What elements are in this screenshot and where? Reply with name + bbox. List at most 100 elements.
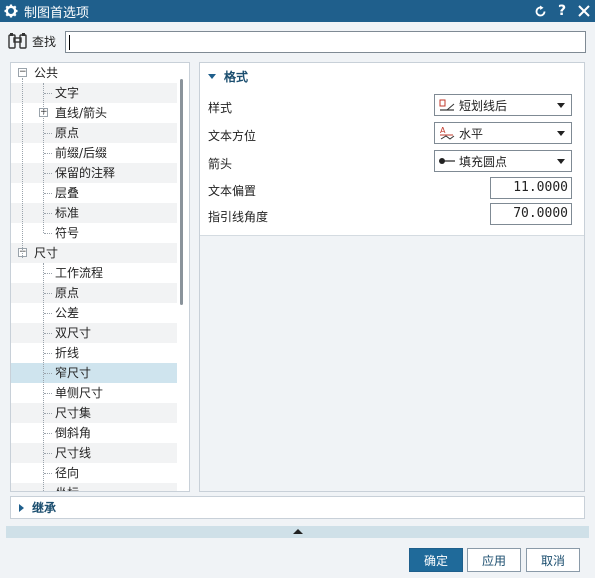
binoculars-icon [6, 31, 30, 51]
tree-item-label: 工作流程 [55, 266, 104, 280]
format-group-header[interactable]: 格式 [208, 68, 248, 84]
collapse-triangle-icon [208, 73, 216, 79]
tree-group-row[interactable]: − 公共 [11, 63, 177, 83]
tree-item-row[interactable]: 单侧尺寸 [11, 383, 177, 403]
ok-button[interactable]: 确定 [409, 548, 463, 572]
tree-item-row[interactable]: 折线 [11, 343, 177, 363]
tree-item-row[interactable]: 原点 [11, 283, 177, 303]
tree-group-row[interactable]: − 尺寸 [11, 243, 177, 263]
tree-item-row[interactable]: 坐标 [11, 483, 177, 491]
style-label: 样式 [208, 101, 233, 115]
tree-item-label: 折线 [55, 346, 80, 360]
style-value: 短划线后 [459, 98, 508, 113]
tree-connector [44, 213, 52, 214]
tree-item-label: 窄尺寸 [55, 366, 92, 380]
tree-item-row[interactable]: + 直线/箭头 [11, 103, 177, 123]
tree-root-guide-line [22, 78, 23, 258]
format-group: 格式 样式 短划线后 文本方位 A 水平 箭头 填充圆点 文本偏置 11.000… [200, 63, 584, 236]
text-offset-label: 文本偏置 [208, 184, 257, 198]
category-tree: − 公共 文字 + 直线/箭头 原点 前缀/后缀 保留的注释 层叠 标准 符号 − 尺寸 工作流程 原点 公差… [10, 62, 190, 492]
tree-item-row[interactable]: 工作流程 [11, 263, 177, 283]
format-header-label: 格式 [224, 69, 249, 84]
tree-item-row[interactable]: 尺寸集 [11, 403, 177, 423]
tree-item-row[interactable]: 公差 [11, 303, 177, 323]
tree-connector [44, 453, 52, 454]
tree-connector [44, 173, 52, 174]
tree-item-label: 尺寸集 [55, 406, 92, 420]
tree-scrollbar-thumb[interactable] [180, 79, 183, 305]
text-orientation-dropdown[interactable]: A 水平 [434, 122, 572, 144]
tree-connector [44, 273, 52, 274]
title-bar: 制图首选项 ? [0, 0, 595, 22]
help-icon[interactable]: ? [551, 0, 573, 22]
chevron-down-icon [557, 103, 565, 108]
svg-text:A: A [440, 126, 446, 135]
style-dropdown[interactable]: 短划线后 [434, 94, 572, 116]
tree-connector [44, 413, 52, 414]
preferences-dialog: 制图首选项 ? 查找 − 公共 文字 + 直线/箭头 原点 前缀/后缀 保留的注释 层叠 标准 符号… [0, 0, 595, 578]
tree-item-row[interactable]: 双尺寸 [11, 323, 177, 343]
chevron-up-icon [293, 529, 303, 534]
tree-connector [44, 393, 52, 394]
tree-guide-line [43, 263, 44, 491]
tree-item-row[interactable]: 窄尺寸 [11, 363, 177, 383]
tree-item-label: 标准 [55, 206, 80, 220]
tree-item-label: 层叠 [55, 186, 80, 200]
tree-connector [44, 373, 52, 374]
collapse-expander-icon[interactable]: − [18, 68, 27, 77]
search-input[interactable] [65, 31, 586, 53]
tree-item-label: 双尺寸 [55, 326, 92, 340]
tree-connector [44, 193, 52, 194]
cancel-button[interactable]: 取消 [526, 548, 580, 572]
tree-connector [44, 133, 52, 134]
window-title: 制图首选项 [24, 5, 90, 21]
tree-item-row[interactable]: 径向 [11, 463, 177, 483]
tree-item-row[interactable]: 原点 [11, 123, 177, 143]
tree-item-label: 直线/箭头 [55, 106, 108, 120]
tree-connector [44, 433, 52, 434]
gear-icon [0, 0, 22, 22]
tree-connector [44, 293, 52, 294]
collapse-strip[interactable] [6, 526, 589, 538]
tree-item-label: 尺寸线 [55, 446, 92, 460]
tree-connector [44, 353, 52, 354]
search-label: 查找 [32, 34, 57, 49]
tree-group-label: 尺寸 [34, 246, 59, 260]
tree-connector [44, 333, 52, 334]
reset-icon[interactable] [529, 0, 551, 22]
search-row: 查找 [6, 30, 56, 52]
close-icon[interactable] [573, 0, 595, 22]
tree-connector [44, 473, 52, 474]
inherit-group-header[interactable]: 继承 [10, 496, 585, 519]
tree-item-label: 倒斜角 [55, 426, 92, 440]
text-horizontal-icon: A [437, 123, 457, 143]
tree-item-row[interactable]: 尺寸线 [11, 443, 177, 463]
tree-item-row[interactable]: 层叠 [11, 183, 177, 203]
tree-group-label: 公共 [34, 66, 59, 80]
tree-item-row[interactable]: 文字 [11, 83, 177, 103]
chevron-down-icon [557, 131, 565, 136]
leader-angle-label: 指引线角度 [208, 210, 269, 224]
tree-item-row[interactable]: 标准 [11, 203, 177, 223]
text-offset-field[interactable]: 11.0000 [490, 177, 572, 199]
apply-button[interactable]: 应用 [467, 548, 521, 572]
tree-item-row[interactable]: 保留的注释 [11, 163, 177, 183]
tree-item-label: 坐标 [55, 483, 79, 491]
tree-connector [44, 313, 52, 314]
tree-item-label: 符号 [55, 226, 80, 240]
tree-item-row[interactable]: 前缀/后缀 [11, 143, 177, 163]
text-caret [69, 35, 70, 50]
tree-item-label: 原点 [55, 286, 80, 300]
text-orientation-label: 文本方位 [208, 129, 257, 143]
arrow-dropdown[interactable]: 填充圆点 [434, 150, 572, 172]
chevron-down-icon [557, 159, 565, 164]
tree-scrollbar[interactable] [177, 63, 189, 491]
leader-angle-field[interactable]: 70.0000 [490, 203, 572, 225]
tree-item-label: 保留的注释 [55, 166, 116, 180]
tree-item-label: 前缀/后缀 [55, 146, 108, 160]
tree-item-row[interactable]: 倒斜角 [11, 423, 177, 443]
tree-connector [44, 153, 52, 154]
tree-item-row[interactable]: 符号 [11, 223, 177, 243]
expand-triangle-icon [19, 503, 24, 512]
text-orientation-value: 水平 [459, 126, 484, 141]
